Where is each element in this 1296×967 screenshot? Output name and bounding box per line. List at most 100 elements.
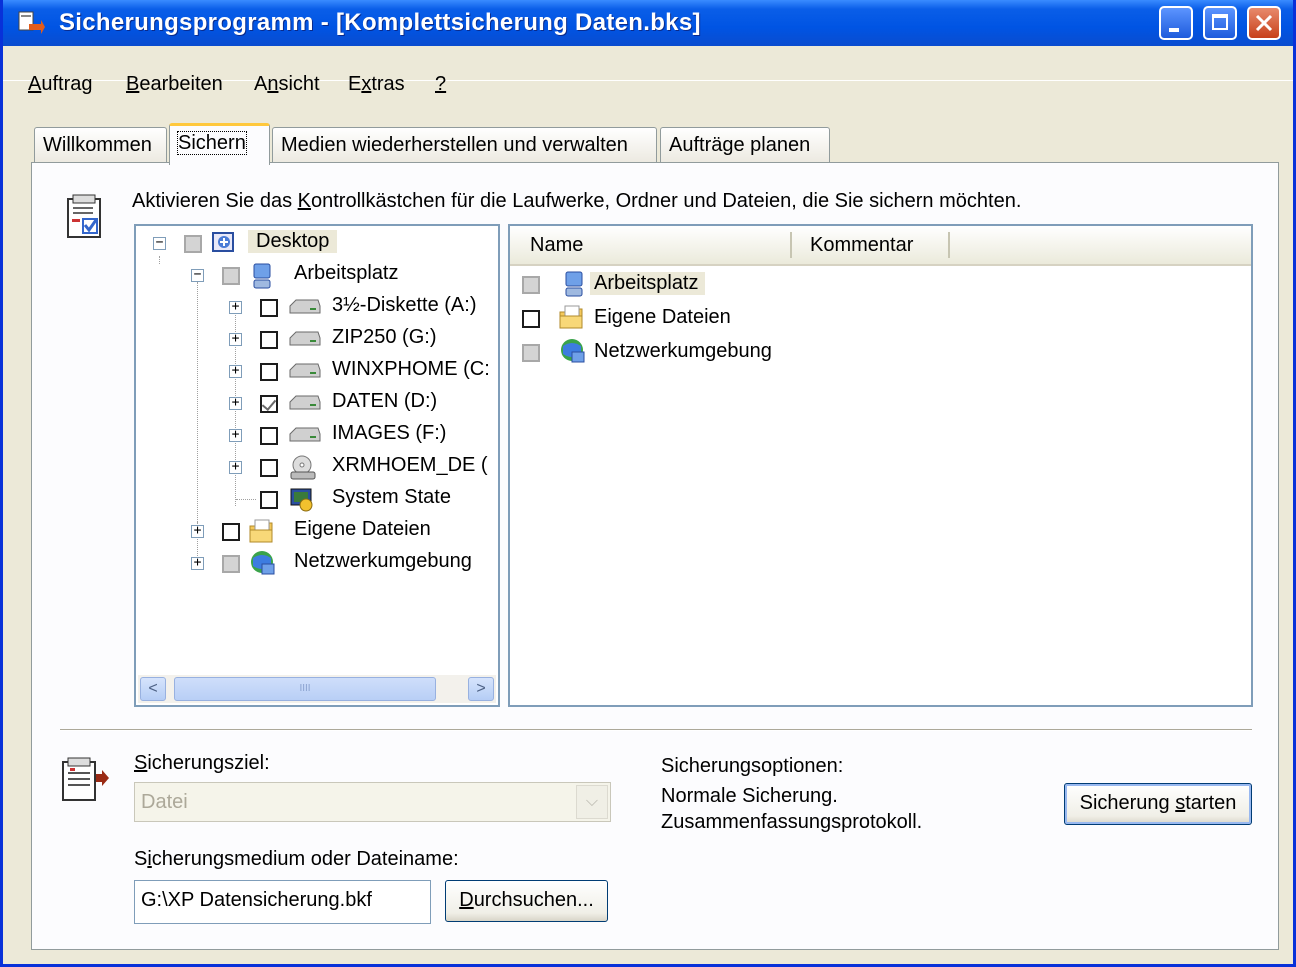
hard-drive-icon xyxy=(289,395,321,410)
tree-label: Eigene Dateien xyxy=(294,518,431,540)
netzwerk-checkbox[interactable] xyxy=(222,555,240,573)
tree-node-drive[interactable]: + IMAGES (F:) xyxy=(136,420,496,450)
tree-node-eigene-dateien[interactable]: + Eigene Dateien xyxy=(136,516,496,546)
tab-willkommen[interactable]: Willkommen xyxy=(34,127,167,163)
tab-medien[interactable]: Medien wiederherstellen und verwalten xyxy=(272,127,657,163)
column-kommentar[interactable]: Kommentar xyxy=(810,234,913,257)
tree-label: Netzwerkumgebung xyxy=(294,550,472,572)
chevron-down-icon[interactable]: ⌵ xyxy=(576,785,608,819)
drive-checkbox[interactable] xyxy=(260,395,278,413)
tree-label: DATEN (D:) xyxy=(332,390,438,412)
menu-extras[interactable]: Extras xyxy=(348,73,405,96)
tree-node-drive[interactable]: + WINXPHOME (C: xyxy=(136,356,496,386)
list-checkbox[interactable] xyxy=(522,344,540,362)
expand-icon[interactable]: + xyxy=(229,364,242,378)
expand-icon[interactable]: + xyxy=(229,460,242,474)
list-item-label: Netzwerkumgebung xyxy=(594,340,772,362)
tree-label: ZIP250 (G:) xyxy=(332,326,437,348)
backup-target-icon xyxy=(62,757,109,801)
tree-node-drive[interactable]: + DATEN (D:) xyxy=(136,388,496,418)
sicherungsziel-label: Sicherungsziel: xyxy=(134,752,270,774)
column-name[interactable]: Name xyxy=(530,234,583,257)
list-item[interactable]: Eigene Dateien xyxy=(510,304,1250,334)
tree-node-arbeitsplatz[interactable]: − Arbeitsplatz xyxy=(136,260,496,290)
checklist-icon xyxy=(67,194,101,238)
zip-drive-icon xyxy=(289,331,321,346)
tab-sichern[interactable]: Sichern xyxy=(169,123,270,165)
my-documents-icon xyxy=(249,519,273,543)
drive-checkbox[interactable] xyxy=(260,459,278,477)
tree-label: IMAGES (F:) xyxy=(332,422,447,444)
list-checkbox[interactable] xyxy=(522,310,540,328)
tab-auftraege[interactable]: Aufträge planen xyxy=(660,127,830,163)
close-icon xyxy=(1255,14,1273,32)
scroll-thumb[interactable]: IIII xyxy=(174,677,436,701)
tree-label: 3½-Diskette (A:) xyxy=(332,294,477,316)
options-line2: Zusammenfassungsprotokoll. xyxy=(661,811,923,833)
desktop-checkbox[interactable] xyxy=(184,235,202,253)
dropdown-value: Datei xyxy=(141,791,188,813)
expand-icon[interactable]: + xyxy=(229,300,242,314)
expand-icon[interactable]: + xyxy=(229,396,242,410)
list-item[interactable]: Arbeitsplatz xyxy=(510,270,1250,300)
list-checkbox[interactable] xyxy=(522,276,540,294)
list-item[interactable]: Netzwerkumgebung xyxy=(510,338,1250,368)
my-documents-icon xyxy=(559,305,583,329)
menu-help[interactable]: ? xyxy=(435,73,446,96)
title-bar[interactable]: Sicherungsprogramm - [Komplettsicherung … xyxy=(3,0,1293,46)
options-line1: Normale Sicherung. xyxy=(661,785,838,807)
network-icon xyxy=(561,339,585,363)
eigene-dateien-checkbox[interactable] xyxy=(222,523,240,541)
filename-value: G:\XP Datensicherung.bkf xyxy=(141,889,372,911)
drive-checkbox[interactable] xyxy=(260,491,278,509)
tree-node-drive[interactable]: +3½-Diskette (A:) xyxy=(136,292,496,322)
tree-node-drive[interactable]: + ZIP250 (G:) xyxy=(136,324,496,354)
scroll-left-button[interactable]: < xyxy=(140,677,166,701)
drive-checkbox[interactable] xyxy=(260,427,278,445)
drive-checkbox[interactable] xyxy=(260,299,278,317)
hard-drive-icon xyxy=(289,363,321,378)
expand-icon[interactable]: + xyxy=(229,332,242,346)
list-header: Name Kommentar xyxy=(510,226,1251,266)
expand-icon[interactable]: + xyxy=(191,556,204,570)
collapse-icon[interactable]: − xyxy=(191,268,204,282)
tree-horizontal-scrollbar[interactable]: < IIII > xyxy=(138,675,496,703)
separator xyxy=(60,729,1252,731)
menu-bearbeiten[interactable]: Bearbeiten xyxy=(126,73,223,96)
folder-tree[interactable]: − Desktop − Arbeitsplatz +3½-Diskette (A… xyxy=(134,224,500,707)
computer-icon xyxy=(565,271,583,297)
drive-checkbox[interactable] xyxy=(260,331,278,349)
expand-icon[interactable]: + xyxy=(229,428,242,442)
menu-auftrag[interactable]: Auftrag xyxy=(28,73,93,96)
medium-label: Sicherungsmedium oder Dateiname: xyxy=(134,848,459,870)
drive-checkbox[interactable] xyxy=(260,363,278,381)
window-title: Sicherungsprogramm - [Komplettsicherung … xyxy=(59,9,701,36)
network-icon xyxy=(251,551,275,575)
sicherungsziel-dropdown[interactable]: Datei ⌵ xyxy=(134,782,611,822)
collapse-icon[interactable]: − xyxy=(153,236,166,250)
minimize-button[interactable] xyxy=(1159,6,1193,40)
tree-label: Desktop xyxy=(248,230,338,253)
content-list[interactable]: Name Kommentar Arbeitsplatz Eigene Datei… xyxy=(508,224,1253,707)
tree-label: Arbeitsplatz xyxy=(294,262,399,284)
tree-label: XRMHOEM_DE ( xyxy=(332,454,488,476)
tree-node-netzwerkumgebung[interactable]: + Netzwerkumgebung xyxy=(136,548,496,578)
tree-node-drive[interactable]: + XRMHOEM_DE ( xyxy=(136,452,496,482)
system-state-icon xyxy=(290,488,313,512)
computer-icon xyxy=(253,263,271,289)
close-button[interactable] xyxy=(1247,6,1281,40)
tree-node-desktop[interactable]: − Desktop xyxy=(136,228,496,258)
maximize-button[interactable] xyxy=(1203,6,1237,40)
list-item-label: Arbeitsplatz xyxy=(590,272,705,295)
options-title: Sicherungsoptionen: xyxy=(661,755,844,777)
floppy-drive-icon xyxy=(289,299,321,314)
browse-button[interactable]: Durchsuchen... xyxy=(445,880,608,922)
filename-input[interactable]: G:\XP Datensicherung.bkf xyxy=(134,880,431,924)
menu-ansicht[interactable]: Ansicht xyxy=(254,73,320,96)
tree-node-drive[interactable]: System State xyxy=(136,484,496,514)
tree-label: System State xyxy=(332,486,451,508)
start-backup-button[interactable]: Sicherung starten xyxy=(1064,783,1252,825)
arbeitsplatz-checkbox[interactable] xyxy=(222,267,240,285)
expand-icon[interactable]: + xyxy=(191,524,204,538)
scroll-right-button[interactable]: > xyxy=(468,677,494,701)
